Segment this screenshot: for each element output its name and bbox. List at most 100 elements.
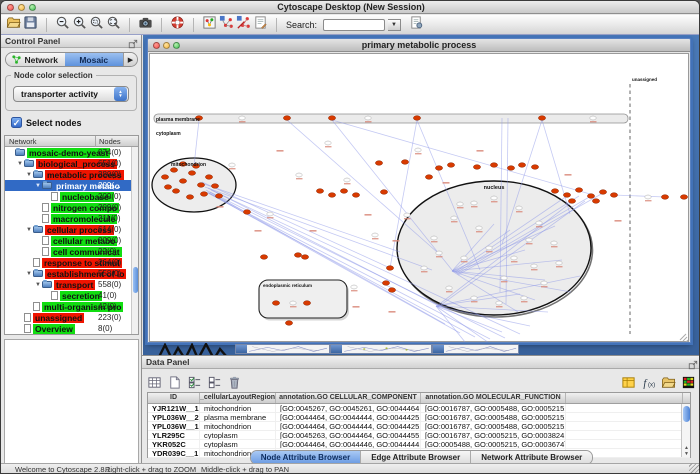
graphics-details-icon[interactable] [201, 14, 218, 31]
tab-overflow-button[interactable]: ▶ [123, 53, 137, 66]
network-node-selected[interactable] [507, 166, 514, 171]
network-node[interactable] [290, 301, 296, 305]
table-row[interactable]: YJR121W__1mitochondrion[GO:0045267, GO:0… [148, 404, 690, 413]
tree-row[interactable]: nucleobase-209(0) [5, 191, 138, 202]
tree-row[interactable]: ▼biological_process651(0) [5, 158, 138, 169]
tree-expand-arrow[interactable]: ▼ [25, 227, 33, 233]
network-node-selected[interactable] [272, 301, 279, 306]
network-node-selected[interactable] [197, 183, 204, 188]
network-node-selected[interactable] [294, 253, 301, 258]
network-node[interactable] [404, 213, 410, 217]
new-attribute-icon[interactable] [166, 374, 183, 391]
tree-expand-arrow[interactable]: ▼ [34, 282, 42, 288]
unselect-attributes-icon[interactable] [206, 374, 223, 391]
network-node-selected[interactable] [172, 189, 179, 194]
tree-row[interactable]: multi-organism pro42(0) [5, 301, 138, 312]
network-node[interactable] [431, 236, 437, 240]
tree-row[interactable]: nitrogen compo209(0) [5, 202, 138, 213]
network-node[interactable] [461, 256, 467, 260]
table-cell[interactable]: [GO:0045263, GO:0044464, GO:0044455, G..… [276, 431, 421, 439]
tree-row[interactable]: unassigned223(0) [5, 312, 138, 323]
network-node[interactable] [415, 148, 421, 152]
network-node[interactable] [267, 212, 273, 216]
app-titlebar[interactable]: Cytoscape Desktop (New Session) [1, 1, 700, 14]
network-node[interactable] [436, 251, 442, 255]
network-node-selected[interactable] [382, 281, 389, 286]
network-node-selected[interactable] [531, 165, 538, 170]
network-node[interactable] [325, 141, 331, 145]
tree-row[interactable]: ▼metabolic process280(0) [5, 169, 138, 180]
table-row[interactable]: YKR052Ccytoplasm[GO:0044464, GO:0044446,… [148, 440, 690, 449]
network-node-selected[interactable] [490, 163, 497, 168]
network-node-selected[interactable] [316, 189, 323, 194]
network-window-titlebar[interactable]: primary metabolic process [148, 39, 690, 52]
network-node-selected[interactable] [473, 165, 480, 170]
network-node[interactable] [446, 286, 452, 290]
annotations-icon[interactable] [252, 14, 269, 31]
network-node[interactable] [365, 116, 371, 120]
zoom-selected-region-icon[interactable] [88, 14, 105, 31]
network-node-selected[interactable] [592, 199, 599, 204]
network-node[interactable] [229, 163, 235, 167]
network-node-selected[interactable] [200, 192, 207, 197]
table-cell[interactable]: [GO:0016787, GO:0005215, GO:0003824, G..… [421, 431, 566, 439]
delete-attribute-icon[interactable] [226, 374, 243, 391]
network-node-selected[interactable] [425, 175, 432, 180]
network-node-selected[interactable] [401, 160, 408, 165]
network-node[interactable] [516, 206, 522, 210]
tree-row[interactable]: ▼primary metabo209(... [5, 180, 138, 191]
column-header[interactable]: _cellularLayoutRegion [200, 393, 276, 403]
table-row[interactable]: YPL036W__2plasma membrane[GO:0044464, GO… [148, 413, 690, 422]
table-scroll-thumb[interactable] [683, 406, 690, 422]
network-node[interactable] [471, 201, 477, 205]
canvas-resize-grip[interactable] [680, 334, 688, 342]
network-node[interactable] [372, 233, 378, 237]
tree-row[interactable]: Overview8(0) [5, 323, 138, 334]
table-cell[interactable]: [GO:0045267, GO:0045261, GO:0044464, G..… [276, 404, 421, 412]
network-node-selected[interactable] [186, 195, 193, 200]
network-node[interactable] [296, 173, 302, 177]
tree-row[interactable]: mosaic-demo-yeast874(0) [5, 147, 138, 158]
tree-row[interactable]: cell communicat22(0) [5, 246, 138, 257]
tree-row[interactable]: cellular metabo209(0) [5, 235, 138, 246]
export-image-icon[interactable] [137, 14, 154, 31]
network-node-selected[interactable] [243, 210, 250, 215]
network-node-selected[interactable] [661, 195, 668, 200]
table-cell[interactable]: [GO:0016787, GO:0005488, GO:0005215, G..… [421, 422, 566, 430]
tree-expand-arrow[interactable]: ▼ [25, 271, 33, 277]
open-session-icon[interactable] [5, 14, 22, 31]
network-node[interactable] [451, 216, 457, 220]
network-node[interactable] [239, 116, 245, 120]
tab-mosaic[interactable]: Mosaic [65, 53, 124, 66]
zoom-out-icon[interactable] [54, 14, 71, 31]
select-nodes-checkbox[interactable]: ✓ [11, 117, 22, 128]
network-node[interactable] [476, 226, 482, 230]
network-node-selected[interactable] [568, 199, 575, 204]
network-node[interactable] [556, 261, 562, 265]
tree-scrollbar[interactable] [131, 147, 138, 334]
tree-row[interactable]: secretion41(0) [5, 290, 138, 301]
table-cell[interactable]: YKR052C [148, 440, 200, 448]
function-builder-icon[interactable]: f(x) [640, 374, 657, 391]
network-node-selected[interactable] [375, 161, 382, 166]
background-window[interactable] [432, 344, 519, 354]
network-canvas[interactable]: plasma membranecytoplasmmitochondrionnuc… [149, 53, 689, 342]
network-node[interactable] [541, 281, 547, 285]
attribute-table-icon[interactable] [146, 374, 163, 391]
network-node-selected[interactable] [386, 266, 393, 271]
network-node-selected[interactable] [575, 188, 582, 193]
network-node[interactable] [645, 195, 651, 199]
import-attributes-icon[interactable] [660, 374, 677, 391]
table-cell[interactable]: [GO:0016787, GO:0005488, GO:0005215, G..… [421, 413, 566, 421]
table-cell[interactable]: YLR295C [148, 431, 200, 439]
background-window[interactable] [330, 344, 432, 354]
network-node[interactable] [471, 296, 477, 300]
tree-row[interactable]: ▼cellular process614(0) [5, 224, 138, 235]
network-node-selected[interactable] [551, 189, 558, 194]
table-cell[interactable]: YJR121W__1 [148, 404, 200, 412]
table-cell[interactable]: mitochondrion [200, 404, 276, 412]
network-node[interactable] [511, 256, 517, 260]
network-node-selected[interactable] [538, 116, 545, 121]
network-node[interactable] [531, 264, 537, 268]
search-dropdown-button[interactable]: ▼ [388, 19, 401, 31]
